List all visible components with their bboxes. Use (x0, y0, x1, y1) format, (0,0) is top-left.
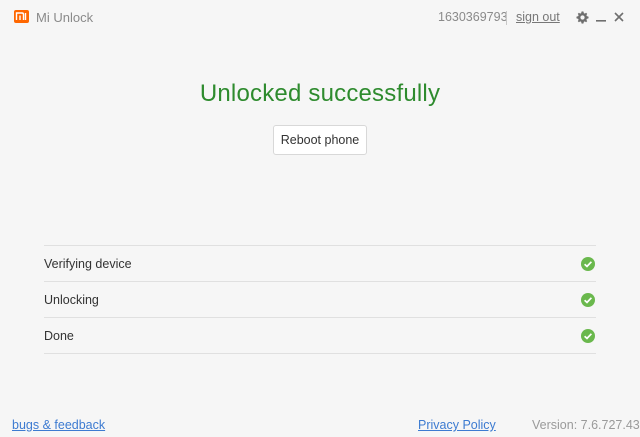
app-title: Mi Unlock (36, 10, 94, 25)
check-circle-icon (581, 329, 595, 343)
progress-steps: Verifying device Unlocking Done (44, 245, 596, 354)
version-label: Version: 7.6.727.43 (532, 418, 640, 432)
bugs-feedback-link[interactable]: bugs & feedback (12, 418, 105, 432)
check-circle-icon (581, 257, 595, 271)
close-icon[interactable] (611, 9, 627, 25)
check-circle-icon (581, 293, 595, 307)
reboot-phone-button[interactable]: Reboot phone (273, 125, 367, 155)
step-row: Done (44, 318, 596, 354)
step-label: Verifying device (44, 257, 132, 271)
title-bar: Mi Unlock 1630369793 sign out (0, 0, 640, 34)
account-id: 1630369793 (438, 10, 508, 24)
status-heading: Unlocked successfully (199, 80, 441, 107)
step-label: Unlocking (44, 293, 99, 307)
gear-icon[interactable] (574, 9, 590, 25)
divider (506, 11, 507, 25)
minimize-icon[interactable] (593, 9, 609, 25)
privacy-policy-link[interactable]: Privacy Policy (418, 418, 496, 432)
mi-logo-icon (14, 10, 29, 23)
sign-out-link[interactable]: sign out (516, 10, 560, 24)
step-row: Verifying device (44, 246, 596, 282)
step-label: Done (44, 329, 74, 343)
step-row: Unlocking (44, 282, 596, 318)
